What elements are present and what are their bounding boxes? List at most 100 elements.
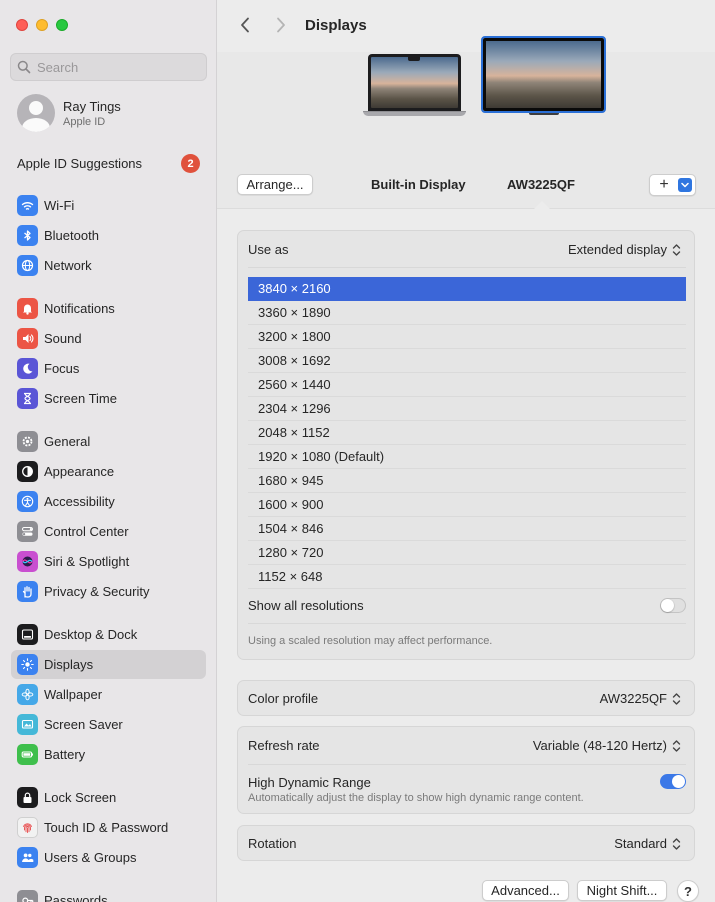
refresh-rate-label: Refresh rate <box>248 738 320 753</box>
close-window-button[interactable] <box>16 19 28 31</box>
sidebar-item-label: Control Center <box>44 524 129 539</box>
night-shift-button[interactable]: Night Shift... <box>577 880 667 901</box>
sidebar-item-battery[interactable]: Battery <box>11 740 206 769</box>
sidebar-item-displays[interactable]: Displays <box>11 650 206 679</box>
search-icon <box>17 60 31 74</box>
zoom-window-button[interactable] <box>56 19 68 31</box>
sidebar-item-siri-and-spotlight[interactable]: Siri & Spotlight <box>11 547 206 576</box>
sidebar-item-control-center[interactable]: Control Center <box>11 517 206 546</box>
builtin-display-thumbnail[interactable] <box>363 54 466 116</box>
scaled-resolution-note: Using a scaled resolution may affect per… <box>248 635 493 647</box>
sidebar-item-label: General <box>44 434 91 449</box>
accessibility-icon <box>17 491 38 512</box>
sidebar-item-label: Notifications <box>44 301 115 316</box>
resolution-option[interactable]: 3840 × 2160 <box>248 277 686 301</box>
suggestions-label: Apple ID Suggestions <box>17 156 143 171</box>
forward-button[interactable] <box>271 14 291 36</box>
refresh-rate-select[interactable]: Variable (48-120 Hertz) <box>533 738 682 753</box>
selected-display-pointer <box>533 201 551 210</box>
stepper-icon <box>671 837 682 851</box>
resolution-option[interactable]: 3360 × 1890 <box>248 301 686 325</box>
sidebar-item-label: Accessibility <box>44 494 115 509</box>
use-as-select[interactable]: Extended display <box>568 242 682 257</box>
search-input[interactable] <box>37 59 197 75</box>
sidebar-item-bluetooth[interactable]: Bluetooth <box>11 221 206 250</box>
resolution-option[interactable]: 1920 × 1080 (Default) <box>248 445 686 469</box>
external-display-label[interactable]: AW3225QF <box>507 177 575 192</box>
apple-id-suggestions[interactable]: Apple ID Suggestions 2 <box>17 154 200 173</box>
sidebar-item-label: Privacy & Security <box>44 584 150 599</box>
sidebar-item-accessibility[interactable]: Accessibility <box>11 487 206 516</box>
sidebar-item-label: Touch ID & Password <box>44 820 169 835</box>
advanced-button[interactable]: Advanced... <box>482 880 569 901</box>
battery-icon <box>17 744 38 765</box>
add-display-button[interactable]: + <box>649 174 696 196</box>
bell-icon <box>17 298 38 319</box>
sidebar-item-label: Desktop & Dock <box>44 627 138 642</box>
stepper-icon <box>671 243 682 257</box>
resolution-option[interactable]: 1280 × 720 <box>248 541 686 565</box>
minimize-window-button[interactable] <box>36 19 48 31</box>
users-icon <box>17 847 38 868</box>
dock-icon <box>17 624 38 645</box>
color-profile-select[interactable]: AW3225QF <box>600 691 682 706</box>
sidebar-item-screen-time[interactable]: Screen Time <box>11 384 206 413</box>
sidebar-item-label: Wallpaper <box>44 687 103 702</box>
sidebar-item-wallpaper[interactable]: Wallpaper <box>11 680 206 709</box>
page-title: Displays <box>305 17 367 34</box>
sidebar-item-sound[interactable]: Sound <box>11 324 206 353</box>
sidebar-item-focus[interactable]: Focus <box>11 354 206 383</box>
resolution-option[interactable]: 1600 × 900 <box>248 493 686 517</box>
resolution-option[interactable]: 1680 × 945 <box>248 469 686 493</box>
resolution-option[interactable]: 3200 × 1800 <box>248 325 686 349</box>
apple-id-account[interactable]: Ray Tings Apple ID <box>17 94 121 132</box>
show-all-resolutions-toggle[interactable] <box>660 598 686 613</box>
search-field[interactable] <box>10 53 207 81</box>
wifi-icon <box>17 195 38 216</box>
wallpaper-preview <box>486 41 601 108</box>
sidebar-item-appearance[interactable]: Appearance <box>11 457 206 486</box>
resolution-option[interactable]: 2560 × 1440 <box>248 373 686 397</box>
sun-icon <box>17 654 38 675</box>
sidebar-item-passwords[interactable]: Passwords <box>11 886 206 902</box>
chevron-right-icon <box>277 17 285 33</box>
sidebar-item-lock-screen[interactable]: Lock Screen <box>11 783 206 812</box>
sidebar-item-notifications[interactable]: Notifications <box>11 294 206 323</box>
chevron-down-icon <box>678 178 692 192</box>
screen-saver-icon <box>17 714 38 735</box>
hdr-toggle[interactable] <box>660 774 686 789</box>
sidebar-item-label: Passwords <box>44 893 108 902</box>
rotation-select[interactable]: Standard <box>614 836 682 851</box>
sidebar-item-label: Displays <box>44 657 94 672</box>
resolution-option[interactable]: 1152 × 648 <box>248 565 686 589</box>
back-button[interactable] <box>235 14 255 36</box>
sidebar-item-touch-id-and-password[interactable]: Touch ID & Password <box>11 813 206 842</box>
resolution-option[interactable]: 2048 × 1152 <box>248 421 686 445</box>
resolution-option[interactable]: 2304 × 1296 <box>248 397 686 421</box>
hourglass-icon <box>17 388 38 409</box>
use-as-label: Use as <box>248 242 289 257</box>
sidebar-item-label: Wi-Fi <box>44 198 75 213</box>
rotation-value: Standard <box>614 836 667 851</box>
hdr-label: High Dynamic Range <box>248 775 371 790</box>
sidebar-item-users-and-groups[interactable]: Users & Groups <box>11 843 206 872</box>
key-icon <box>17 890 38 902</box>
sidebar-item-privacy-and-security[interactable]: Privacy & Security <box>11 577 206 606</box>
sidebar-item-label: Focus <box>44 361 80 376</box>
builtin-display-label[interactable]: Built-in Display <box>371 177 466 192</box>
external-display-thumbnail[interactable] <box>481 36 606 115</box>
sidebar-item-network[interactable]: Network <box>11 251 206 280</box>
arrange-button[interactable]: Arrange... <box>237 174 313 195</box>
sidebar-item-label: Sound <box>44 331 82 346</box>
sidebar-item-general[interactable]: General <box>11 427 206 456</box>
sidebar-item-desktop-and-dock[interactable]: Desktop & Dock <box>11 620 206 649</box>
sidebar-item-label: Appearance <box>44 464 115 479</box>
help-button[interactable]: ? <box>677 880 699 902</box>
sidebar-item-wi-fi[interactable]: Wi-Fi <box>11 191 206 220</box>
stepper-icon <box>671 692 682 706</box>
sidebar-item-label: Bluetooth <box>44 228 99 243</box>
resolution-option[interactable]: 1504 × 846 <box>248 517 686 541</box>
resolution-option[interactable]: 3008 × 1692 <box>248 349 686 373</box>
sidebar-item-screen-saver[interactable]: Screen Saver <box>11 710 206 739</box>
account-name: Ray Tings <box>63 98 121 114</box>
